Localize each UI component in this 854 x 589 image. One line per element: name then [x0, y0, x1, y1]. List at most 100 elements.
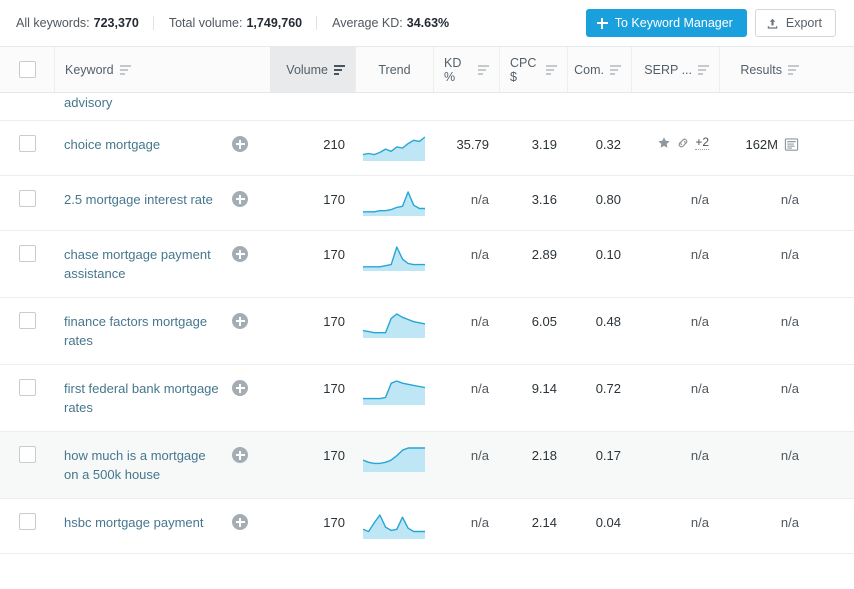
kd-value: 35.79 — [456, 137, 489, 152]
column-header-kd[interactable]: KD % — [433, 47, 499, 92]
row-add-cell — [232, 176, 270, 230]
results-value: n/a — [780, 247, 799, 262]
row-select-checkbox[interactable] — [18, 135, 36, 152]
sort-icon-volume[interactable] — [334, 64, 345, 75]
table-row[interactable]: finance factors mortgage rates 170 n/a 6.05… — [0, 298, 854, 365]
row-select-checkbox[interactable] — [18, 312, 36, 329]
keywords-table: Keyword Volume Trend KD % CPC $ Com. SER… — [0, 46, 854, 554]
sort-icon-kd[interactable] — [478, 64, 489, 75]
column-header-volume[interactable]: Volume — [270, 47, 355, 92]
column-header-com[interactable]: Com. — [567, 47, 631, 92]
row-results-cell: n/a — [719, 499, 809, 553]
row-serp-cell: n/a — [631, 499, 719, 553]
keyword-link[interactable]: chase mortgage payment assistance — [64, 245, 222, 283]
keyword-link[interactable]: 2.5 mortgage interest rate — [64, 190, 213, 209]
row-volume-cell — [270, 93, 355, 120]
kd-value: n/a — [470, 381, 489, 396]
sort-icon-keyword[interactable] — [119, 64, 131, 75]
row-volume-cell: 210 — [270, 121, 355, 175]
cpc-value: 6.05 — [531, 314, 557, 329]
keyword-link[interactable]: first federal bank mortgage rates — [64, 379, 222, 417]
row-trend-cell — [355, 231, 433, 297]
row-results-cell — [719, 93, 809, 120]
volume-value: 210 — [323, 137, 345, 152]
row-checkbox-cell — [0, 121, 54, 175]
keyword-link[interactable]: choice mortgage — [64, 135, 160, 154]
sort-icon-results[interactable] — [788, 64, 799, 75]
row-checkbox-cell — [0, 499, 54, 553]
add-keyword-icon[interactable] — [232, 313, 248, 329]
export-button[interactable]: Export — [754, 9, 836, 37]
row-add-cell — [232, 499, 270, 553]
row-select-checkbox[interactable] — [18, 446, 36, 463]
sort-icon-com[interactable] — [610, 64, 621, 75]
row-serp-cell: n/a — [631, 298, 719, 364]
link-icon[interactable] — [676, 136, 690, 150]
stat-all-keywords-label: All keywords: — [16, 16, 90, 30]
keyword-link[interactable]: finance factors mortgage rates — [64, 312, 222, 350]
add-keyword-icon[interactable] — [232, 191, 248, 207]
row-kd-cell: n/a — [433, 298, 499, 364]
to-keyword-manager-button[interactable]: To Keyword Manager — [585, 9, 747, 37]
cpc-value: 3.16 — [531, 192, 557, 207]
table-row[interactable]: hsbc mortgage payment 170 n/a 2.14 0.04 n/a n/… — [0, 499, 854, 554]
trend-sparkline — [363, 245, 425, 271]
column-header-results[interactable]: Results — [719, 47, 809, 92]
table-row[interactable]: how much is a mortgage on a 500k house 17… — [0, 432, 854, 499]
row-volume-cell: 170 — [270, 499, 355, 553]
volume-value: 170 — [323, 314, 345, 329]
volume-value: 170 — [323, 381, 345, 396]
row-trend-cell — [355, 432, 433, 498]
results-group: n/a — [781, 190, 799, 209]
column-header-serp[interactable]: SERP ... — [631, 47, 719, 92]
add-keyword-icon[interactable] — [232, 514, 248, 530]
column-header-keyword[interactable]: Keyword — [54, 47, 232, 92]
kd-value: n/a — [470, 247, 489, 262]
results-group: n/a — [781, 513, 799, 532]
results-value: n/a — [780, 314, 799, 329]
serp-more-count[interactable]: +2 — [695, 135, 709, 150]
keyword-link[interactable]: hsbc mortgage payment — [64, 513, 203, 532]
row-kd-cell: n/a — [433, 176, 499, 230]
toolbar-actions: To Keyword Manager Export — [585, 9, 836, 37]
row-serp-cell: n/a — [631, 176, 719, 230]
row-checkbox-cell — [0, 93, 54, 120]
row-select-checkbox[interactable] — [18, 513, 36, 530]
table-row[interactable]: chase mortgage payment assistance 170 n/a 2… — [0, 231, 854, 298]
serp-snapshot-icon[interactable] — [784, 137, 799, 152]
cpc-value: 3.19 — [531, 137, 557, 152]
row-kd-cell: n/a — [433, 365, 499, 431]
row-add-cell — [232, 121, 270, 175]
table-row[interactable]: choice mortgage 210 35.79 3.19 0.32 +2 162M — [0, 121, 854, 176]
table-row[interactable]: first federal bank mortgage rates 170 n/a 9… — [0, 365, 854, 432]
row-results-cell: n/a — [719, 365, 809, 431]
table-row[interactable]: 2.5 mortgage interest rate 170 n/a 3.16 0.80… — [0, 176, 854, 231]
serp-value: n/a — [690, 448, 709, 463]
serp-features: n/a — [691, 190, 709, 209]
serp-features: +2 — [657, 135, 709, 150]
row-cpc-cell: 3.19 — [499, 121, 567, 175]
select-all-checkbox[interactable] — [18, 61, 36, 78]
row-results-cell: n/a — [719, 298, 809, 364]
row-com-cell: 0.32 — [567, 121, 631, 175]
results-group: n/a — [781, 245, 799, 264]
add-keyword-icon[interactable] — [232, 380, 248, 396]
row-select-checkbox[interactable] — [18, 245, 36, 262]
table-row-partial[interactable]: advisory — [0, 93, 854, 121]
sort-icon-cpc[interactable] — [546, 64, 557, 75]
add-keyword-icon[interactable] — [232, 447, 248, 463]
sort-icon-serp[interactable] — [698, 64, 709, 75]
row-select-checkbox[interactable] — [18, 190, 36, 207]
keyword-link[interactable]: how much is a mortgage on a 500k house — [64, 446, 222, 484]
row-trend-cell — [355, 176, 433, 230]
column-header-cpc[interactable]: CPC $ — [499, 47, 567, 92]
row-trend-cell — [355, 93, 433, 120]
row-select-checkbox[interactable] — [18, 379, 36, 396]
serp-value: n/a — [690, 515, 709, 530]
row-serp-cell: n/a — [631, 365, 719, 431]
com-value: 0.17 — [595, 448, 621, 463]
add-keyword-icon[interactable] — [232, 246, 248, 262]
star-icon[interactable] — [657, 136, 671, 150]
add-keyword-icon[interactable] — [232, 136, 248, 152]
keyword-link[interactable]: advisory — [64, 93, 112, 112]
